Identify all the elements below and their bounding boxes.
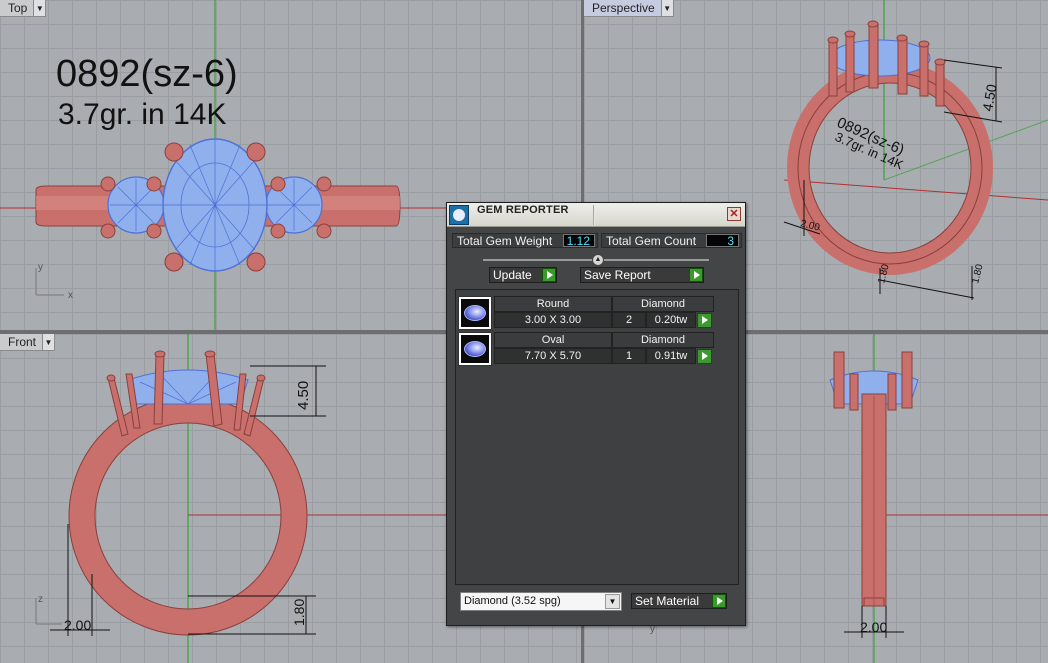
viewport-front-tab[interactable]: Front ▼ xyxy=(0,334,56,351)
gem-list-item[interactable]: Round Diamond 3.00 X 3.00 2 0.20tw xyxy=(458,296,720,330)
dialog-title: GEM REPORTER xyxy=(477,204,569,216)
close-button[interactable]: ✕ xyxy=(727,207,741,221)
svg-text:x: x xyxy=(68,290,73,301)
gem-thumbnail xyxy=(458,296,492,330)
svg-text:4.50: 4.50 xyxy=(979,83,1000,113)
gem-count: 2 xyxy=(612,312,646,328)
total-gem-count-value: 3 xyxy=(706,234,739,248)
play-icon xyxy=(689,268,703,282)
titlebar-divider xyxy=(593,205,595,225)
weight-annotation-2: 3.7gr. in 14K xyxy=(58,98,226,131)
gem-size: 7.70 X 5.70 xyxy=(494,348,612,364)
gem-list[interactable]: Round Diamond 3.00 X 3.00 2 0.20tw Oval … xyxy=(455,289,739,585)
set-material-button[interactable]: Set Material xyxy=(631,593,727,609)
svg-text:2.00: 2.00 xyxy=(860,619,887,635)
viewport-title: Front xyxy=(8,335,37,349)
viewport-title: Perspective xyxy=(592,1,655,15)
svg-text:2.00: 2.00 xyxy=(64,617,91,633)
play-icon xyxy=(712,594,726,608)
chevron-down-icon[interactable]: ▼ xyxy=(660,0,673,16)
viewport-perspective-tab[interactable]: Perspective ▼ xyxy=(584,0,674,17)
gem-shape: Round xyxy=(494,296,612,312)
gem-reporter-logo-icon xyxy=(449,205,469,225)
save-report-button-label: Save Report xyxy=(584,268,651,282)
gem-list-item[interactable]: Oval Diamond 7.70 X 5.70 1 0.91tw xyxy=(458,332,720,366)
material-select[interactable]: Diamond (3.52 spg) ▼ xyxy=(460,592,622,611)
svg-text:z: z xyxy=(38,594,43,605)
viewport-title: Top xyxy=(8,1,28,15)
gem-thumbnail xyxy=(458,332,492,366)
play-icon xyxy=(542,268,556,282)
total-gem-weight-value: 1.12 xyxy=(563,234,595,248)
gem-weight: 0.91tw xyxy=(646,348,696,364)
update-button[interactable]: Update xyxy=(489,267,557,283)
gem-shape: Oval xyxy=(494,332,612,348)
save-report-button[interactable]: Save Report xyxy=(580,267,704,283)
svg-text:y: y xyxy=(38,262,43,273)
gem-size: 3.00 X 3.00 xyxy=(494,312,612,328)
svg-text:4.50: 4.50 xyxy=(295,381,312,410)
gem-select-play-icon[interactable] xyxy=(697,313,712,328)
gem-select-play-icon[interactable] xyxy=(697,349,712,364)
round-gem-icon xyxy=(464,305,486,321)
oval-gem-icon xyxy=(464,341,486,357)
gem-material: Diamond xyxy=(612,332,714,348)
collapse-icon[interactable]: ▲ xyxy=(592,254,604,266)
viewport-top-tab[interactable]: Top ▼ xyxy=(0,0,47,17)
rhino-workspace: Top ▼ 0892(sz-6) 3.7gr. in 14K y x Persp… xyxy=(0,0,1048,663)
set-material-button-label: Set Material xyxy=(635,594,700,608)
chevron-down-icon: ▼ xyxy=(605,594,620,609)
gem-weight: 0.20tw xyxy=(646,312,696,328)
gem-reporter-dialog: GEM REPORTER ✕ Total Gem Weight 1.12 Tot… xyxy=(446,202,746,626)
svg-text:1.80: 1.80 xyxy=(970,263,985,285)
weight-annotation: 0892(sz-6) xyxy=(56,53,238,95)
chevron-down-icon[interactable]: ▼ xyxy=(33,0,46,16)
gem-count: 1 xyxy=(612,348,646,364)
svg-text:1.80: 1.80 xyxy=(291,599,307,626)
gem-material: Diamond xyxy=(612,296,714,312)
chevron-down-icon[interactable]: ▼ xyxy=(42,334,55,350)
material-select-value: Diamond (3.52 spg) xyxy=(464,595,561,607)
dialog-titlebar[interactable]: GEM REPORTER ✕ xyxy=(447,203,745,227)
update-button-label: Update xyxy=(493,268,532,282)
